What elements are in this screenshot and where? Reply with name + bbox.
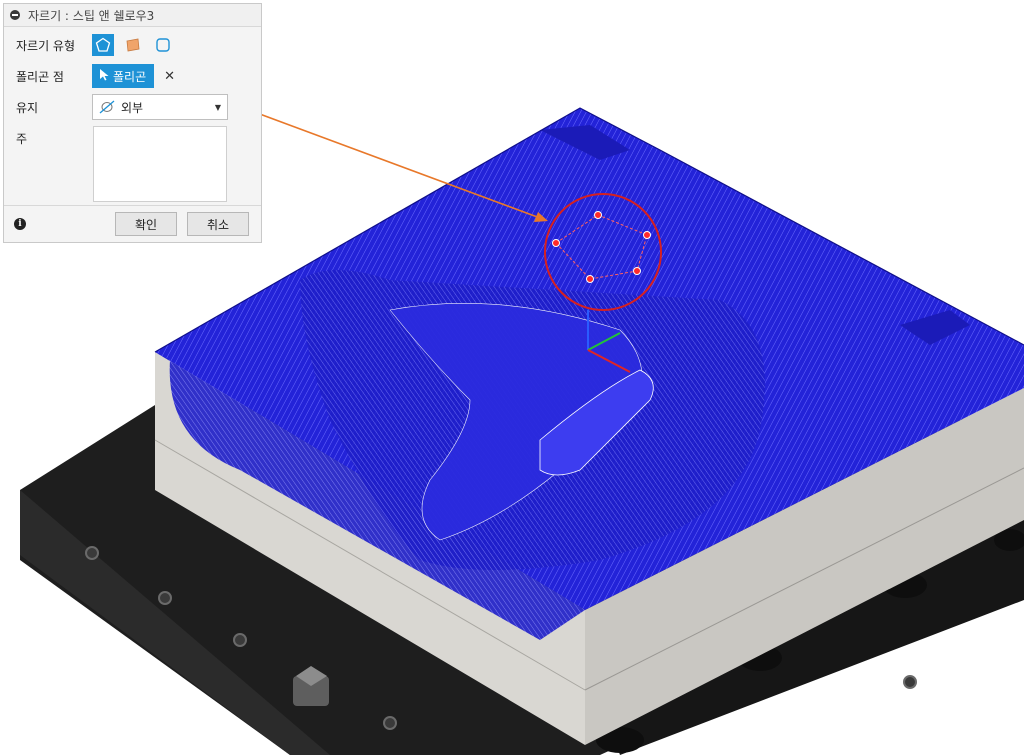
outside-icon <box>99 100 115 114</box>
keep-select[interactable]: 외부 ▼ <box>92 94 228 120</box>
polygon-point[interactable] <box>586 275 594 283</box>
clipper-dialog: 자르기 : 스팁 앤 쉘로우3 자르기 유형 폴리곤 점 폴리곤 ✕ 유지 외부… <box>3 3 262 243</box>
polygon-point[interactable] <box>594 211 602 219</box>
polygon-points-label: 폴리곤 점 <box>16 69 64 84</box>
close-icon[interactable]: ✕ <box>164 69 175 84</box>
plane-type-button[interactable] <box>122 34 144 56</box>
dialog-header: 자르기 : 스팁 앤 쉘로우3 <box>4 4 261 27</box>
polygon-point[interactable] <box>643 231 651 239</box>
keep-label: 유지 <box>16 100 39 115</box>
clipper-type-label: 자르기 유형 <box>16 38 76 53</box>
chevron-down-icon: ▼ <box>214 102 221 112</box>
dialog-footer: i 확인 취소 <box>4 205 261 242</box>
note-row: 주 <box>16 130 92 147</box>
note-label: 주 <box>16 132 28 146</box>
ok-button[interactable]: 확인 <box>115 212 177 236</box>
note-textarea[interactable] <box>93 126 227 202</box>
collapse-icon[interactable] <box>10 10 20 20</box>
cancel-button[interactable]: 취소 <box>187 212 249 236</box>
dialog-title: 자르기 : 스팁 앤 쉘로우3 <box>28 8 155 23</box>
polygon-point[interactable] <box>552 239 560 247</box>
polygon-points-row: 폴리곤 점 폴리곤 ✕ <box>16 64 175 88</box>
info-icon[interactable]: i <box>14 218 26 230</box>
pointer-cursor-icon <box>100 68 109 84</box>
polygon-select-button[interactable]: 폴리곤 <box>92 64 155 88</box>
polygon-point[interactable] <box>633 267 641 275</box>
box-icon <box>156 38 170 52</box>
plane-icon <box>126 38 140 52</box>
keep-row: 유지 외부 ▼ <box>16 94 228 120</box>
polygon-type-button[interactable] <box>92 34 114 56</box>
clipper-type-row: 자르기 유형 <box>16 34 182 56</box>
box-type-button[interactable] <box>152 34 174 56</box>
keep-value: 외부 <box>121 100 144 115</box>
polygon-button-label: 폴리곤 <box>113 69 147 84</box>
polygon-icon <box>95 37 111 52</box>
